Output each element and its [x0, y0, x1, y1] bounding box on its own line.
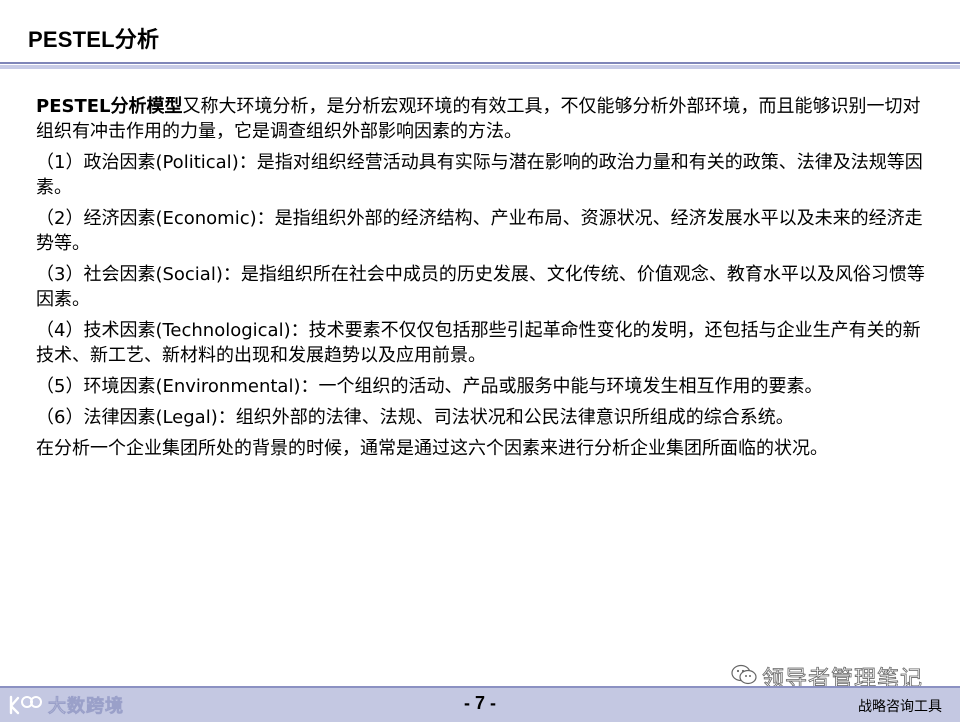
slide-body: PESTEL分析模型又称大环境分析，是分析宏观环境的有效工具，不仅能够分析外部环…: [36, 94, 926, 467]
footer-tool-label: 战略咨询工具: [858, 699, 942, 715]
factor-legal: （6）法律因素(Legal)：组织外部的法律、法规、司法状况和公民法律意识所组成…: [36, 407, 794, 428]
header-rule-light: [0, 65, 960, 69]
intro-lead: PESTEL分析模型: [36, 96, 183, 117]
slide-title: PESTEL分析: [28, 27, 160, 52]
factor-technological: （4）技术因素(Technological)：技术要素不仅仅包括那些引起革命性变…: [36, 320, 921, 366]
slide-footer: 大数跨境 - 7 - 战略咨询工具: [0, 686, 960, 722]
factor-social: （3）社会因素(Social)：是指组织所在社会中成员的历史发展、文化传统、价值…: [36, 264, 925, 310]
intro-paragraph: PESTEL分析模型又称大环境分析，是分析宏观环境的有效工具，不仅能够分析外部环…: [36, 94, 926, 144]
conclusion-paragraph: 在分析一个企业集团所处的背景的时候，通常是通过这六个因素来进行分析企业集团所面临…: [36, 438, 828, 459]
factor-economic: （2）经济因素(Economic)：是指组织外部的经济结构、产业布局、资源状况、…: [36, 208, 923, 254]
slide-header: PESTEL分析: [0, 0, 960, 69]
header-rule-dark: [0, 62, 960, 64]
factor-environmental: （5）环境因素(Environmental)：一个组织的活动、产品或服务中能与环…: [36, 376, 823, 397]
factor-political: （1）政治因素(Political)：是指对组织经营活动具有实际与潜在影响的政治…: [36, 152, 923, 198]
page-number: - 7 -: [463, 693, 496, 713]
